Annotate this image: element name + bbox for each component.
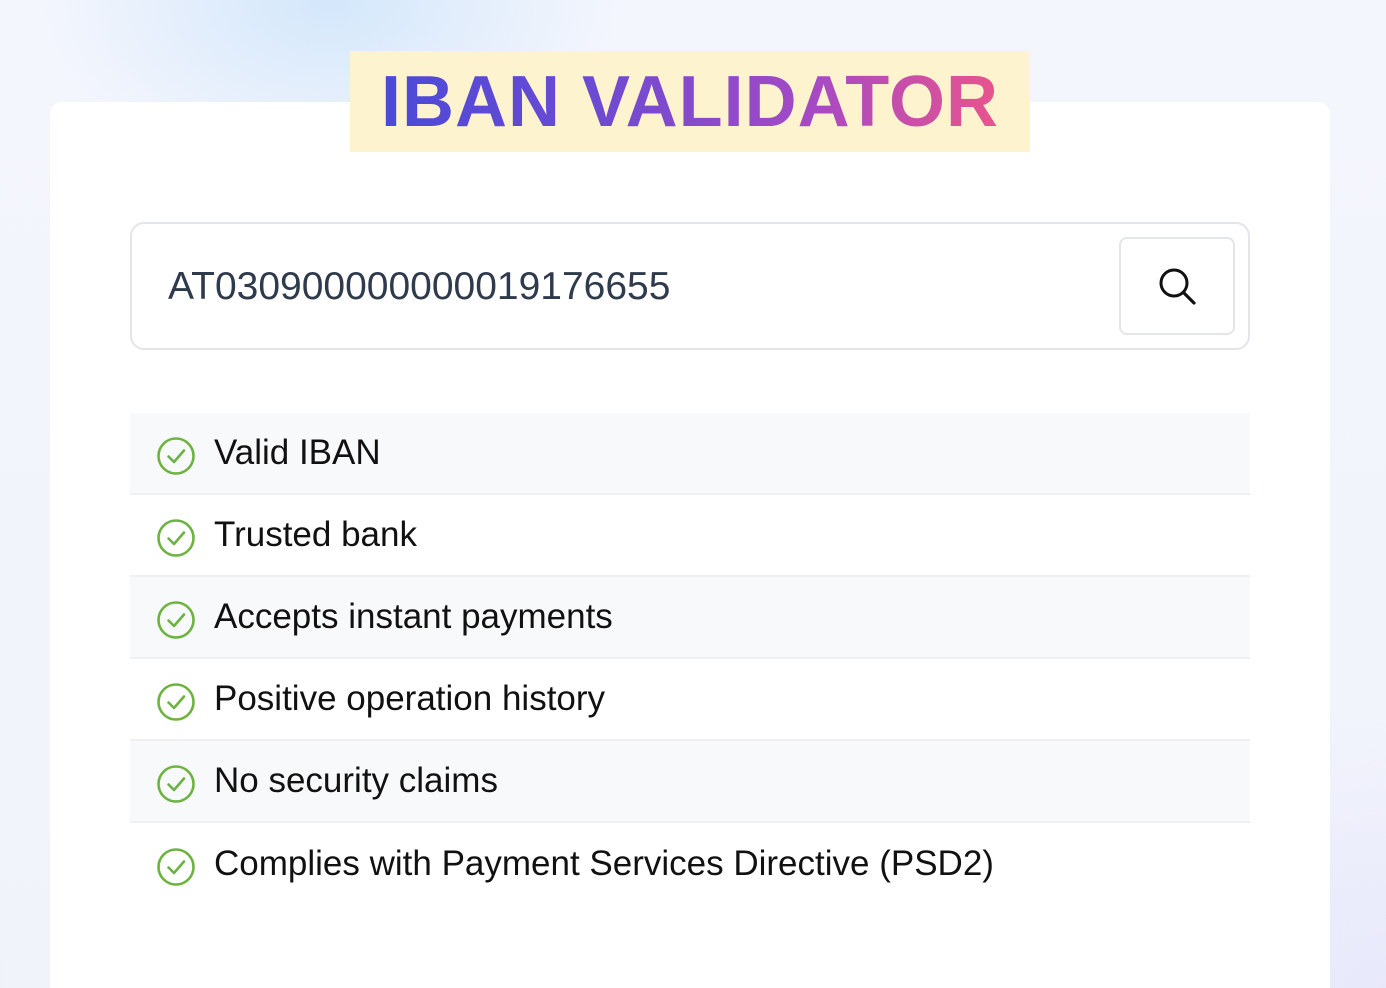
check-row-valid-iban: Valid IBAN bbox=[130, 413, 1250, 495]
check-label: Positive operation history bbox=[214, 679, 606, 718]
check-row-operation-history: Positive operation history bbox=[130, 659, 1250, 741]
check-circle-icon bbox=[157, 519, 195, 557]
check-circle-icon bbox=[157, 765, 195, 803]
check-circle-icon bbox=[157, 437, 195, 475]
check-circle-icon bbox=[157, 601, 195, 639]
search-icon bbox=[1159, 268, 1196, 305]
check-label: Complies with Payment Services Directive… bbox=[214, 844, 994, 883]
check-row-security-claims: No security claims bbox=[130, 741, 1250, 823]
page-title: IBAN VALIDATOR bbox=[381, 61, 999, 142]
check-circle-icon bbox=[157, 683, 195, 721]
validation-results: Valid IBAN Trusted bank Accepts instant … bbox=[130, 413, 1250, 905]
iban-search-box bbox=[130, 222, 1250, 350]
check-label: No security claims bbox=[214, 761, 498, 800]
check-row-psd2: Complies with Payment Services Directive… bbox=[130, 823, 1250, 905]
check-label: Trusted bank bbox=[214, 515, 417, 554]
iban-input[interactable] bbox=[168, 254, 1098, 320]
check-row-trusted-bank: Trusted bank bbox=[130, 495, 1250, 577]
check-label: Accepts instant payments bbox=[214, 597, 613, 636]
check-label: Valid IBAN bbox=[214, 433, 381, 472]
check-row-instant-payments: Accepts instant payments bbox=[130, 577, 1250, 659]
search-button[interactable] bbox=[1119, 237, 1235, 335]
title-highlight: IBAN VALIDATOR bbox=[350, 51, 1030, 152]
check-circle-icon bbox=[157, 848, 195, 886]
